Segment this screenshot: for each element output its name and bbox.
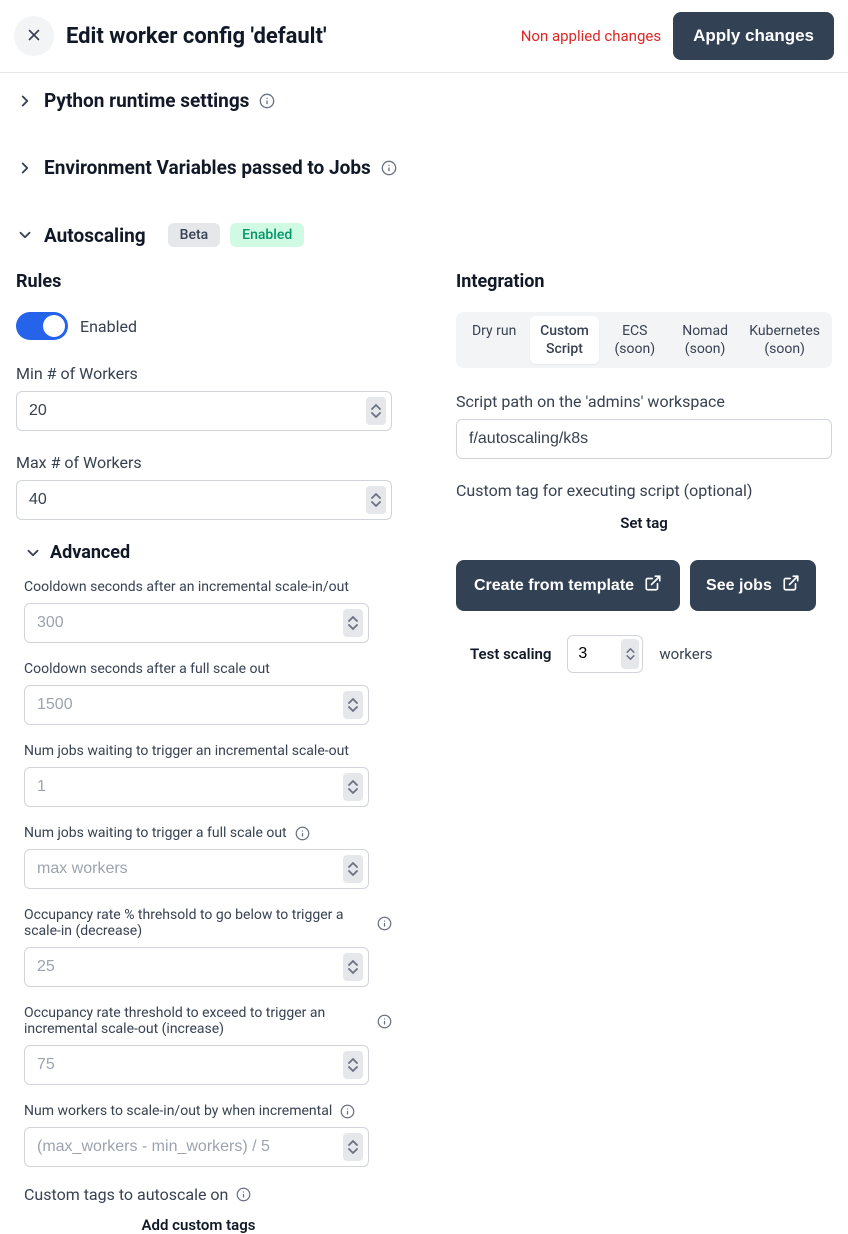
chevron-down-icon bbox=[24, 544, 42, 562]
page-title: Edit worker config 'default' bbox=[66, 24, 327, 49]
section-python-runtime[interactable]: Python runtime settings bbox=[16, 73, 832, 128]
page-header: Edit worker config 'default' Non applied… bbox=[0, 0, 848, 73]
stepper-icon[interactable] bbox=[343, 1133, 363, 1161]
custom-tags-label: Custom tags to autoscale on bbox=[16, 1185, 392, 1204]
min-workers-input[interactable] bbox=[16, 391, 392, 431]
external-link-icon bbox=[644, 574, 662, 597]
enabled-toggle[interactable] bbox=[16, 312, 68, 340]
occ-in-label: Occupancy rate % threhsold to go below t… bbox=[24, 907, 392, 939]
advanced-header[interactable]: Advanced bbox=[24, 542, 392, 563]
external-link-icon bbox=[782, 574, 800, 597]
max-workers-label: Max # of Workers bbox=[16, 453, 392, 472]
chevron-right-icon bbox=[16, 159, 34, 177]
occ-in-input[interactable] bbox=[24, 947, 369, 987]
script-path-label: Script path on the 'admins' workspace bbox=[456, 392, 832, 411]
section-title: Python runtime settings bbox=[44, 89, 249, 112]
info-icon[interactable] bbox=[340, 1104, 355, 1119]
integration-tabs: Dry run Custom Script ECS (soon) Nomad (… bbox=[456, 312, 832, 368]
header-left: Edit worker config 'default' bbox=[14, 16, 327, 56]
max-workers-input[interactable] bbox=[16, 480, 392, 520]
stepper-icon[interactable] bbox=[343, 609, 363, 637]
section-autoscaling[interactable]: Autoscaling Beta Enabled bbox=[16, 195, 832, 263]
workers-label: workers bbox=[659, 645, 712, 663]
info-icon[interactable] bbox=[236, 1187, 251, 1202]
create-from-template-button[interactable]: Create from template bbox=[456, 560, 680, 611]
test-scaling-label: Test scaling bbox=[470, 645, 551, 663]
jobs-full-input[interactable] bbox=[24, 849, 369, 889]
cooldown-full-input[interactable] bbox=[24, 685, 369, 725]
info-icon[interactable] bbox=[259, 93, 275, 109]
tab-nomad[interactable]: Nomad (soon) bbox=[671, 316, 739, 364]
section-title: Environment Variables passed to Jobs bbox=[44, 156, 371, 179]
apply-changes-button[interactable]: Apply changes bbox=[673, 12, 834, 60]
advanced-title: Advanced bbox=[50, 542, 130, 563]
enabled-badge: Enabled bbox=[230, 223, 304, 247]
jobs-inc-label: Num jobs waiting to trigger an increment… bbox=[24, 743, 392, 759]
stepper-icon[interactable] bbox=[343, 773, 363, 801]
chevron-down-icon bbox=[16, 226, 34, 244]
see-jobs-button[interactable]: See jobs bbox=[690, 560, 816, 611]
cooldown-inc-input[interactable] bbox=[24, 603, 369, 643]
occ-out-label: Occupancy rate threshold to exceed to tr… bbox=[24, 1005, 392, 1037]
info-icon[interactable] bbox=[295, 826, 310, 841]
stepper-icon[interactable] bbox=[343, 953, 363, 981]
section-title: Autoscaling bbox=[44, 224, 146, 247]
num-workers-inc-input[interactable] bbox=[24, 1127, 369, 1167]
stepper-icon[interactable] bbox=[366, 397, 386, 425]
cooldown-full-label: Cooldown seconds after a full scale out bbox=[24, 661, 392, 677]
cooldown-inc-label: Cooldown seconds after an incremental sc… bbox=[24, 579, 392, 595]
integration-title: Integration bbox=[456, 271, 832, 292]
stepper-icon[interactable] bbox=[366, 486, 386, 514]
enabled-label: Enabled bbox=[80, 317, 137, 336]
set-tag-button[interactable]: Set tag bbox=[456, 514, 832, 532]
info-icon[interactable] bbox=[377, 1014, 392, 1029]
script-path-input[interactable] bbox=[456, 419, 832, 459]
occ-out-input[interactable] bbox=[24, 1045, 369, 1085]
chevron-right-icon bbox=[16, 92, 34, 110]
section-env-vars[interactable]: Environment Variables passed to Jobs bbox=[16, 128, 832, 195]
tab-ecs[interactable]: ECS (soon) bbox=[601, 316, 669, 364]
custom-tag-label: Custom tag for executing script (optiona… bbox=[456, 481, 832, 500]
stepper-icon[interactable] bbox=[343, 855, 363, 883]
tab-kubernetes[interactable]: Kubernetes (soon) bbox=[741, 316, 828, 364]
close-icon bbox=[25, 26, 43, 47]
jobs-inc-input[interactable] bbox=[24, 767, 369, 807]
stepper-icon[interactable] bbox=[621, 639, 639, 669]
info-icon[interactable] bbox=[381, 160, 397, 176]
stepper-icon[interactable] bbox=[343, 691, 363, 719]
num-workers-inc-label: Num workers to scale-in/out by when incr… bbox=[24, 1103, 392, 1119]
rules-title: Rules bbox=[16, 271, 392, 292]
jobs-full-label: Num jobs waiting to trigger a full scale… bbox=[24, 825, 392, 841]
non-applied-changes: Non applied changes bbox=[521, 27, 661, 45]
beta-badge: Beta bbox=[168, 223, 221, 247]
header-right: Non applied changes Apply changes bbox=[521, 12, 834, 60]
stepper-icon[interactable] bbox=[343, 1051, 363, 1079]
min-workers-label: Min # of Workers bbox=[16, 364, 392, 383]
close-button[interactable] bbox=[14, 16, 54, 56]
tab-dry-run[interactable]: Dry run bbox=[460, 316, 528, 364]
info-icon[interactable] bbox=[377, 916, 392, 931]
tab-custom-script[interactable]: Custom Script bbox=[530, 316, 598, 364]
